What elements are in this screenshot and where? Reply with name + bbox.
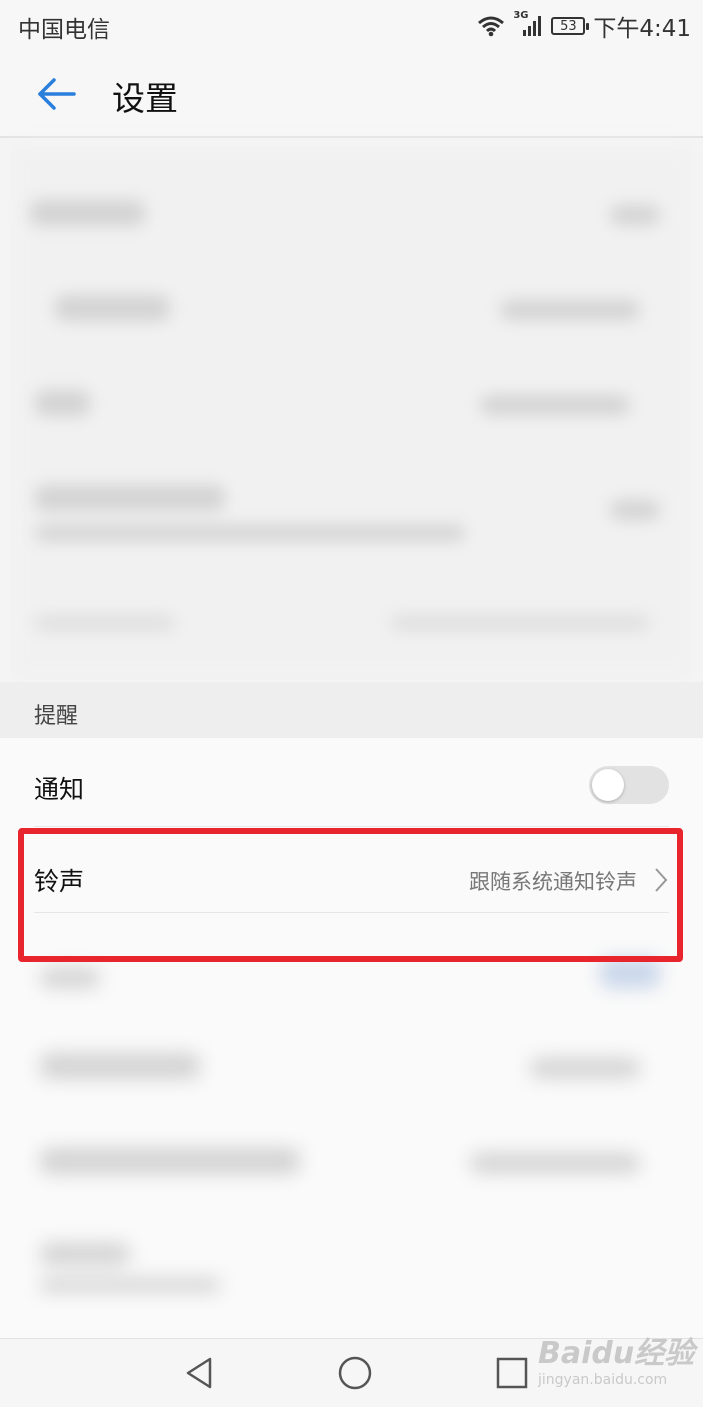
watermark-url: jingyan.baidu.com [538,1372,668,1388]
blurred-row [480,395,630,415]
blurred-row [530,1058,640,1078]
nav-recent-button[interactable] [494,1355,530,1391]
carrier-name: 中国电信 [18,17,110,43]
square-recent-icon [496,1357,528,1389]
baidu-watermark: Baidu经验 jingyan.baidu.com [538,1328,698,1394]
watermark-logo: Baidu经验 [538,1336,695,1371]
notification-row[interactable]: 通知 [0,738,703,826]
blurred-row [40,1148,300,1174]
blurred-row [40,968,100,988]
back-button[interactable] [30,72,80,116]
wifi-icon [478,16,505,37]
signal-icon: 3G [513,10,543,38]
blurred-row [610,500,660,520]
section-header: 提醒 [0,682,703,738]
blurred-row [30,200,145,226]
battery-level: 53 [560,18,577,34]
blurred-row [40,1243,130,1265]
blurred-row [35,525,465,541]
notification-toggle[interactable] [589,766,669,804]
status-icons: 3G 53 下午4:41 [477,9,691,43]
blurred-row [35,615,175,631]
app-header: 设置 [0,48,703,138]
status-bar: 中国电信 3G 53 下午4:41 [0,0,703,48]
arrow-left-icon [38,78,76,110]
circle-home-icon [338,1356,372,1390]
blurred-row [40,1278,220,1292]
blurred-row [390,615,650,631]
blurred-row [470,1153,640,1173]
blurred-row [600,958,660,988]
notification-label: 通知 [34,775,85,804]
blurred-row [35,390,90,416]
triangle-back-icon [186,1357,212,1389]
blurred-row [500,300,640,320]
blurred-row [35,485,225,511]
nav-home-button[interactable] [337,1355,373,1391]
divider [34,826,669,827]
blurred-lower-region [30,928,680,1328]
nav-back-button[interactable] [182,1355,218,1391]
toggle-knob [592,769,624,801]
blurred-row [55,295,170,321]
highlight-box [18,828,683,962]
clock: 下午4:41 [593,16,691,42]
blurred-settings-region [10,145,693,680]
battery-icon: 53 [551,17,590,35]
section-label-reminders: 提醒 [34,704,79,729]
blurred-row [610,205,660,225]
blurred-row [40,1053,200,1079]
page-title: 设置 [112,79,178,118]
